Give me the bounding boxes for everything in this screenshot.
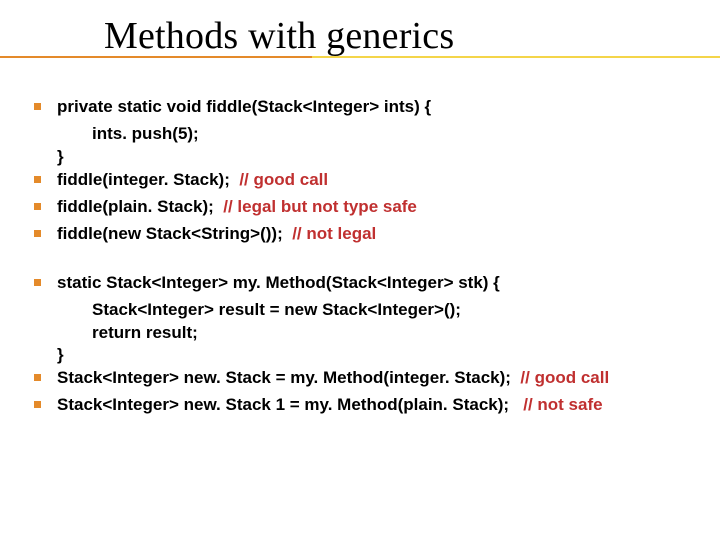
code-line: Stack<Integer> new. Stack = my. Method(i… xyxy=(57,367,609,390)
square-bullet-icon xyxy=(34,401,41,408)
code-text: Stack<Integer> new. Stack = my. Method(i… xyxy=(57,368,520,387)
list-item: Stack<Integer> new. Stack = my. Method(i… xyxy=(34,367,694,390)
code-line: private static void fiddle(Stack<Integer… xyxy=(57,96,431,119)
square-bullet-icon xyxy=(34,279,41,286)
list-item: fiddle(new Stack<String>()); // not lega… xyxy=(34,223,694,246)
code-line: Stack<Integer> result = new Stack<Intege… xyxy=(92,299,694,322)
slide-title: Methods with generics xyxy=(104,14,454,58)
code-line: Stack<Integer> new. Stack 1 = my. Method… xyxy=(57,394,603,417)
code-comment: // not legal xyxy=(292,224,376,243)
code-comment: // legal but not type safe xyxy=(223,197,417,216)
code-line: } xyxy=(57,344,694,367)
list-item: static Stack<Integer> my. Method(Stack<I… xyxy=(34,272,694,295)
slide-body: private static void fiddle(Stack<Integer… xyxy=(34,96,694,443)
code-line: ints. push(5); xyxy=(92,123,694,146)
underline-yellow xyxy=(312,56,720,58)
code-line: fiddle(new Stack<String>()); // not lega… xyxy=(57,223,376,246)
code-text: fiddle(new Stack<String>()); xyxy=(57,224,292,243)
code-text: fiddle(plain. Stack); xyxy=(57,197,223,216)
square-bullet-icon xyxy=(34,103,41,110)
code-line: return result; xyxy=(92,322,694,345)
list-item: private static void fiddle(Stack<Integer… xyxy=(34,96,694,119)
code-comment: // good call xyxy=(239,170,328,189)
square-bullet-icon xyxy=(34,176,41,183)
list-item: Stack<Integer> new. Stack 1 = my. Method… xyxy=(34,394,694,417)
bullet-group-1: private static void fiddle(Stack<Integer… xyxy=(34,96,694,246)
title-underline xyxy=(0,56,720,58)
bullet-group-2: static Stack<Integer> my. Method(Stack<I… xyxy=(34,272,694,418)
code-text: Stack<Integer> new. Stack 1 = my. Method… xyxy=(57,395,523,414)
title-area: Methods with generics xyxy=(104,14,454,58)
list-item: fiddle(plain. Stack); // legal but not t… xyxy=(34,196,694,219)
code-line: fiddle(integer. Stack); // good call xyxy=(57,169,328,192)
underline-orange xyxy=(0,56,312,58)
code-line: } xyxy=(57,146,694,169)
square-bullet-icon xyxy=(34,374,41,381)
code-text: fiddle(integer. Stack); xyxy=(57,170,239,189)
square-bullet-icon xyxy=(34,230,41,237)
code-comment: // good call xyxy=(520,368,609,387)
list-item: fiddle(integer. Stack); // good call xyxy=(34,169,694,192)
square-bullet-icon xyxy=(34,203,41,210)
code-line: static Stack<Integer> my. Method(Stack<I… xyxy=(57,272,500,295)
code-line: fiddle(plain. Stack); // legal but not t… xyxy=(57,196,417,219)
slide: { "title": "Methods with generics", "gro… xyxy=(0,0,720,540)
code-comment: // not safe xyxy=(523,395,602,414)
